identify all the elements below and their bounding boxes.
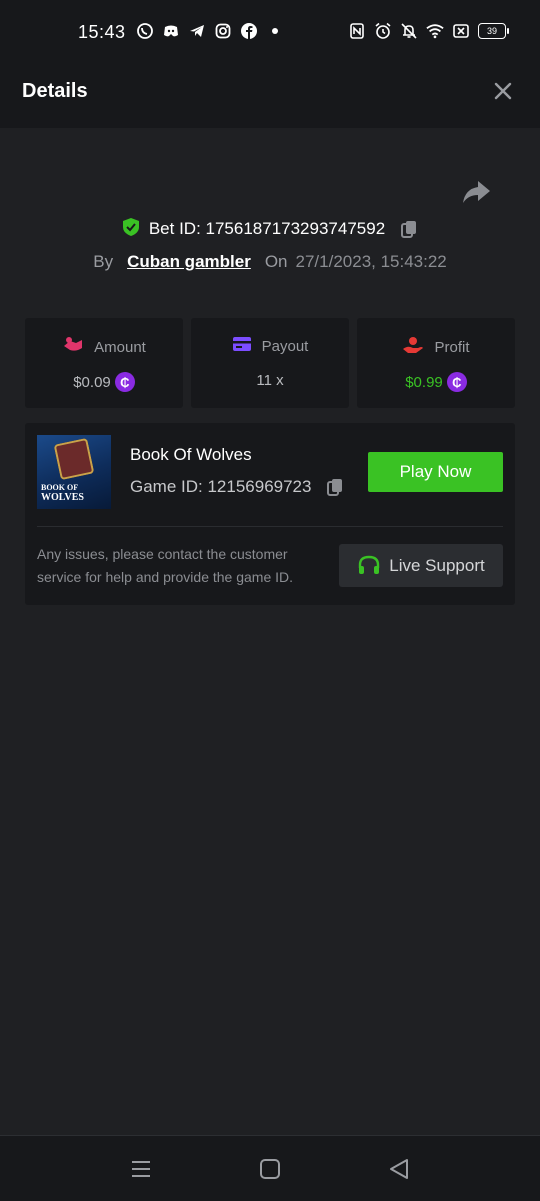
profit-value: $0.99 bbox=[405, 373, 443, 391]
game-id-text: Game ID: 12156969723 bbox=[130, 477, 312, 496]
amount-value: $0.09 bbox=[73, 373, 111, 391]
telegram-icon bbox=[188, 22, 206, 40]
verified-shield-icon bbox=[121, 217, 141, 242]
copy-icon bbox=[401, 221, 417, 238]
live-support-button[interactable]: Live Support bbox=[339, 544, 503, 587]
amount-icon bbox=[62, 336, 84, 358]
live-support-label: Live Support bbox=[389, 555, 485, 575]
divider bbox=[37, 526, 503, 527]
status-bar: 15:43 39 bbox=[0, 0, 540, 58]
profit-icon bbox=[402, 336, 424, 358]
recent-apps-button[interactable] bbox=[129, 1157, 153, 1181]
game-thumbnail[interactable]: BOOK OF WOLVES bbox=[37, 435, 111, 509]
status-time: 15:43 bbox=[78, 22, 126, 42]
share-button[interactable] bbox=[460, 178, 492, 206]
play-now-button[interactable]: Play Now bbox=[368, 452, 503, 492]
payout-label: Payout bbox=[261, 337, 309, 355]
bet-stats: Amount $0.09 ₵ Payout 11 x Profit $0.99 … bbox=[25, 318, 515, 408]
book-art-icon bbox=[53, 437, 95, 481]
square-icon bbox=[260, 1159, 280, 1179]
support-message: Any issues, please contact the customer … bbox=[37, 546, 294, 585]
thumbnail-title: BOOK OF WOLVES bbox=[41, 483, 84, 503]
close-button[interactable] bbox=[492, 80, 514, 102]
profit-label: Profit bbox=[434, 338, 470, 356]
coin-icon: ₵ bbox=[446, 372, 467, 392]
menu-icon bbox=[132, 1161, 150, 1177]
home-button[interactable] bbox=[258, 1157, 282, 1181]
instagram-icon bbox=[214, 22, 232, 40]
copy-icon bbox=[327, 479, 343, 496]
copy-bet-id-button[interactable] bbox=[399, 219, 419, 239]
mute-icon bbox=[400, 22, 418, 40]
share-icon bbox=[463, 181, 490, 203]
nfc-icon bbox=[348, 22, 366, 40]
thumbnail-title-line2: WOLVES bbox=[41, 492, 84, 503]
game-id-row: Game ID: 12156969723 bbox=[130, 477, 345, 497]
payout-card: Payout 11 x bbox=[191, 318, 349, 408]
whatsapp-icon bbox=[136, 22, 154, 40]
game-name[interactable]: Book Of Wolves bbox=[130, 445, 252, 465]
discord-icon bbox=[162, 22, 180, 40]
page-title: Details bbox=[22, 80, 88, 102]
amount-label: Amount bbox=[94, 338, 146, 356]
header-bar: Details bbox=[0, 58, 540, 128]
dot-icon bbox=[266, 22, 284, 40]
facebook-icon bbox=[240, 22, 258, 40]
coin-icon: ₵ bbox=[114, 372, 135, 392]
bet-meta-row: By Cuban gambler On 27/1/2023, 15:43:22 bbox=[0, 248, 540, 276]
close-icon bbox=[494, 82, 512, 100]
alarm-icon bbox=[374, 22, 392, 40]
back-button[interactable] bbox=[387, 1157, 411, 1181]
by-label: By bbox=[93, 252, 114, 271]
profit-card: Profit $0.99 ₵ bbox=[357, 318, 515, 408]
x-box-icon bbox=[452, 22, 470, 40]
on-label: On bbox=[264, 252, 288, 271]
headset-icon bbox=[357, 554, 381, 578]
username-link[interactable]: Cuban gambler bbox=[127, 252, 251, 272]
bet-id-row: Bet ID: 1756187173293747592 bbox=[0, 214, 540, 244]
system-nav-bar bbox=[0, 1135, 540, 1201]
battery-indicator: 39 bbox=[478, 23, 509, 39]
bet-id-text: Bet ID: 1756187173293747592 bbox=[148, 219, 386, 238]
amount-card: Amount $0.09 ₵ bbox=[25, 318, 183, 408]
game-card: BOOK OF WOLVES Book Of Wolves Game ID: 1… bbox=[25, 423, 515, 605]
wifi-icon bbox=[426, 22, 444, 40]
card-icon bbox=[232, 336, 252, 356]
copy-game-id-button[interactable] bbox=[325, 477, 345, 497]
bet-datetime: 27/1/2023, 15:43:22 bbox=[295, 252, 447, 271]
payout-value: 11 x bbox=[256, 372, 284, 389]
back-triangle-icon bbox=[390, 1159, 408, 1179]
